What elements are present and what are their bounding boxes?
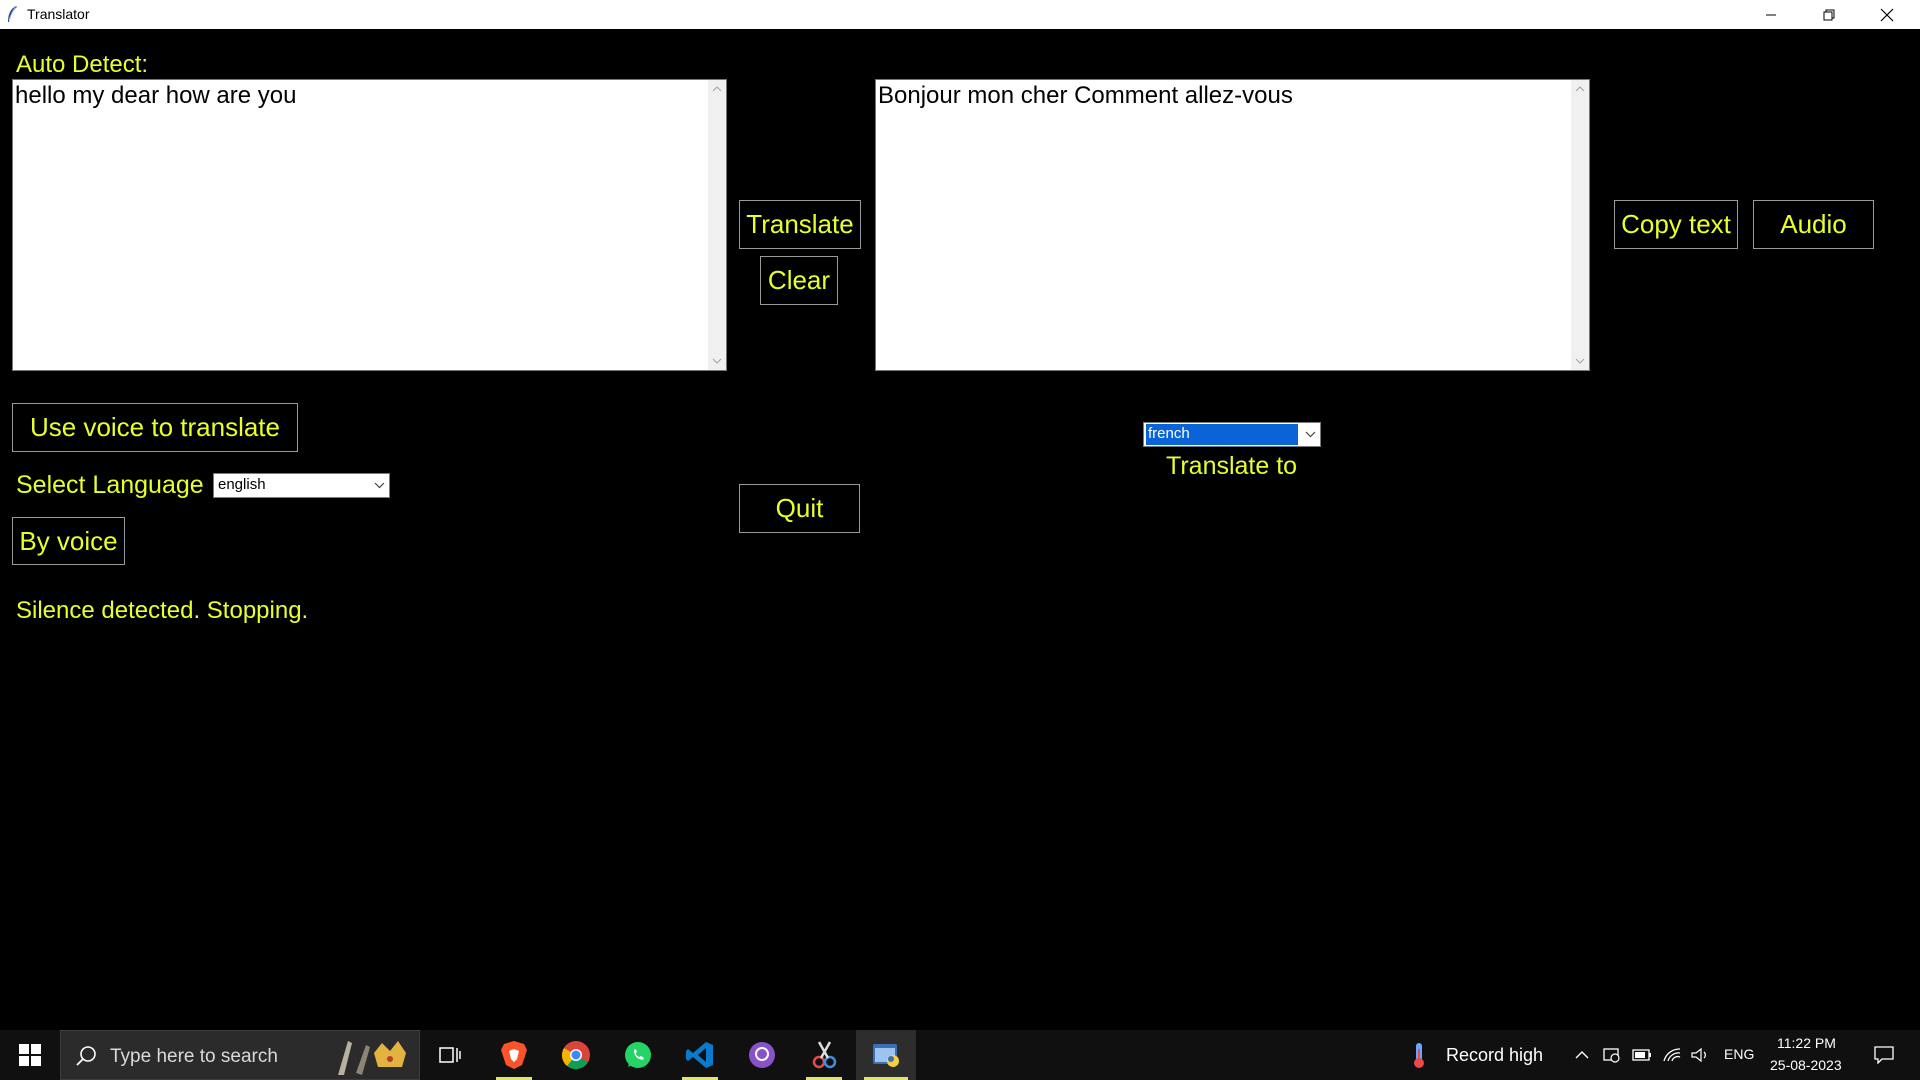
select-language-label: Select Language bbox=[16, 471, 204, 499]
close-button[interactable] bbox=[1858, 0, 1916, 29]
source-scrollbar[interactable] bbox=[708, 80, 726, 370]
task-view-button[interactable] bbox=[428, 1030, 472, 1080]
minimize-icon bbox=[1766, 14, 1776, 15]
tray-security[interactable] bbox=[1598, 1030, 1626, 1080]
start-button[interactable] bbox=[0, 1030, 60, 1080]
target-text[interactable]: Bonjour mon cher Comment allez-vous bbox=[878, 82, 1569, 110]
tray-wifi[interactable] bbox=[1658, 1030, 1686, 1080]
chevron-down-icon[interactable] bbox=[369, 474, 389, 497]
thermometer-icon bbox=[1414, 1043, 1424, 1068]
clock-time[interactable]: 11:22 PM bbox=[1777, 1035, 1836, 1051]
clear-button[interactable]: Clear bbox=[760, 256, 838, 305]
battery-icon bbox=[1632, 1049, 1651, 1061]
search-placeholder: Type here to search bbox=[110, 1046, 278, 1067]
taskbar-github[interactable] bbox=[736, 1030, 788, 1080]
github-icon bbox=[749, 1042, 775, 1068]
source-text-area[interactable]: hello my dear how are you bbox=[12, 79, 727, 371]
copy-text-button[interactable]: Copy text bbox=[1614, 200, 1738, 249]
window-title: Translator bbox=[27, 6, 90, 22]
status-text: Silence detected. Stopping. bbox=[16, 597, 309, 624]
source-language-select[interactable]: english bbox=[213, 473, 390, 498]
notification-center[interactable] bbox=[1864, 1030, 1904, 1080]
search-highlight-icon bbox=[338, 1041, 406, 1075]
tray-volume[interactable] bbox=[1686, 1030, 1714, 1080]
source-text[interactable]: hello my dear how are you bbox=[15, 82, 706, 110]
restore-button[interactable] bbox=[1800, 0, 1858, 29]
chevron-up-icon bbox=[1575, 1051, 1589, 1059]
clock-date[interactable]: 25-08-2023 bbox=[1770, 1057, 1842, 1073]
search-icon bbox=[76, 1046, 96, 1066]
target-language-value: french bbox=[1146, 424, 1298, 445]
python-app-icon bbox=[873, 1044, 899, 1067]
scroll-down-icon[interactable] bbox=[708, 352, 726, 370]
audio-button[interactable]: Audio bbox=[1753, 200, 1874, 249]
taskbar-brave[interactable] bbox=[488, 1030, 540, 1080]
target-scrollbar[interactable] bbox=[1571, 80, 1589, 370]
show-hidden-icons[interactable] bbox=[1568, 1030, 1596, 1080]
scroll-up-icon[interactable] bbox=[708, 80, 726, 98]
by-voice-button[interactable]: By voice bbox=[12, 517, 125, 565]
brave-icon bbox=[501, 1041, 527, 1069]
snipping-tool-icon bbox=[812, 1041, 837, 1069]
input-language[interactable]: ENG bbox=[1724, 1046, 1754, 1062]
taskbar-search[interactable]: Type here to search bbox=[60, 1030, 420, 1080]
windows-icon bbox=[19, 1044, 41, 1066]
close-icon bbox=[1880, 8, 1894, 21]
taskbar-vscode[interactable] bbox=[674, 1030, 726, 1080]
scroll-down-icon[interactable] bbox=[1571, 352, 1589, 370]
restore-icon bbox=[1823, 9, 1835, 20]
scroll-up-icon[interactable] bbox=[1571, 80, 1589, 98]
notification-icon bbox=[1874, 1046, 1894, 1064]
translator-app: Auto Detect: hello my dear how are you B… bbox=[0, 29, 1920, 1030]
target-text-area[interactable]: Bonjour mon cher Comment allez-vous bbox=[875, 79, 1590, 371]
taskbar-whatsapp[interactable] bbox=[612, 1030, 664, 1080]
source-language-value: english bbox=[218, 476, 266, 493]
translate-to-label: Translate to bbox=[1166, 452, 1298, 480]
use-voice-button[interactable]: Use voice to translate bbox=[12, 403, 298, 452]
wifi-icon bbox=[1663, 1048, 1681, 1062]
security-icon bbox=[1603, 1048, 1620, 1063]
task-view-icon bbox=[439, 1047, 461, 1063]
chevron-down-icon[interactable] bbox=[1300, 423, 1320, 446]
title-bar: Translator bbox=[0, 0, 1920, 29]
feather-icon bbox=[8, 5, 17, 22]
chrome-icon bbox=[561, 1041, 590, 1070]
target-language-select[interactable]: french bbox=[1143, 422, 1321, 447]
tray-battery[interactable] bbox=[1628, 1030, 1656, 1080]
taskbar-python-app[interactable] bbox=[856, 1030, 916, 1080]
quit-button[interactable]: Quit bbox=[739, 484, 860, 533]
vscode-icon bbox=[686, 1042, 713, 1068]
weather-text[interactable]: Record high bbox=[1446, 1045, 1543, 1066]
whatsapp-icon bbox=[625, 1042, 651, 1068]
minimize-button[interactable] bbox=[1742, 0, 1800, 29]
weather-widget[interactable] bbox=[1404, 1030, 1434, 1080]
speaker-icon bbox=[1691, 1047, 1706, 1063]
taskbar: Type here to search Record high ENG 11:2… bbox=[0, 1030, 1920, 1080]
translate-button[interactable]: Translate bbox=[739, 200, 861, 249]
taskbar-chrome[interactable] bbox=[550, 1030, 602, 1080]
auto-detect-label: Auto Detect: bbox=[16, 51, 149, 78]
taskbar-snipping-tool[interactable] bbox=[798, 1030, 850, 1080]
